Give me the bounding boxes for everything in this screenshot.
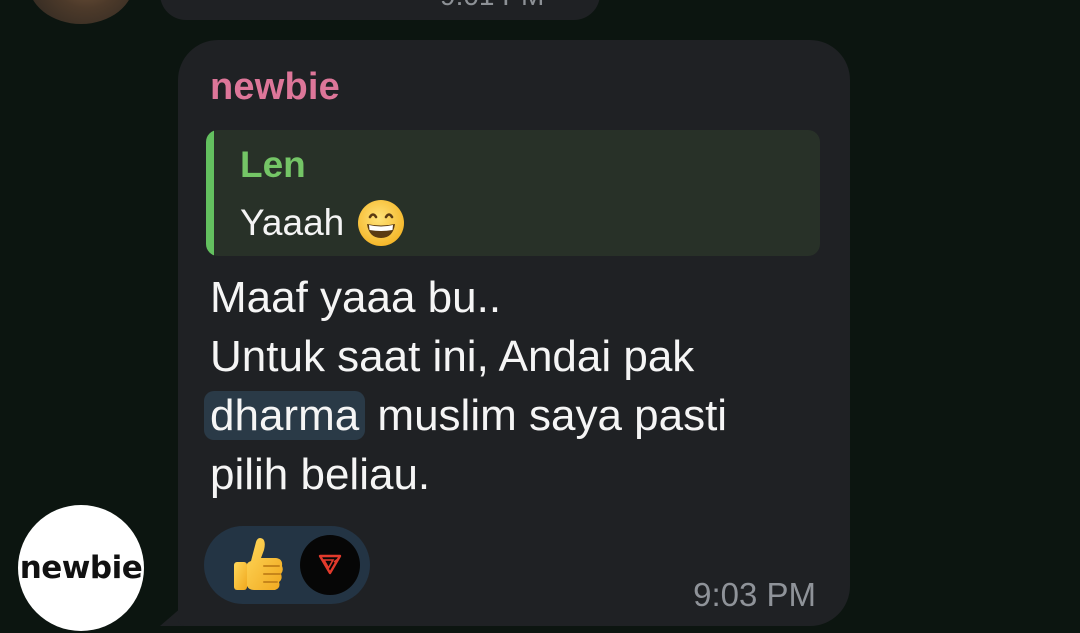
- quote-text-row: Yaaah: [240, 198, 406, 248]
- message-line-2: Untuk saat ini, Andai pak: [210, 332, 695, 381]
- message-line-4: pilih beliau.: [210, 450, 431, 499]
- thumbs-up-emoji-icon: [234, 538, 283, 590]
- message-line-1: Maaf yaaa bu..: [210, 273, 502, 322]
- sender-avatar[interactable]: newbie: [18, 505, 144, 631]
- previous-message-time: 9:01 PM: [440, 0, 544, 12]
- previous-sender-avatar[interactable]: [28, 0, 134, 24]
- grinning-face-emoji-icon: [358, 200, 405, 246]
- reactor-avatar-icon: [300, 535, 360, 595]
- highlighted-word[interactable]: dharma: [204, 391, 366, 440]
- reaction-pill[interactable]: [204, 526, 370, 604]
- message-line-3-rest: muslim saya pasti: [377, 391, 728, 440]
- message-line-3: dharma muslim saya pasti: [204, 386, 830, 445]
- message-bubble[interactable]: newbie Len Yaaah Maaf yaaa bu.. Untuk sa…: [178, 40, 850, 626]
- reply-quote[interactable]: Len Yaaah: [206, 130, 820, 256]
- quote-text: Yaaah: [240, 202, 345, 243]
- message-text: Maaf yaaa bu.. Untuk saat ini, Andai pak…: [204, 268, 830, 504]
- message-time: 9:03 PM: [693, 576, 816, 613]
- avatar-logo-text: newbie: [19, 550, 143, 586]
- quote-author: Len: [240, 144, 306, 185]
- quote-accent-bar: [206, 130, 214, 256]
- sender-name[interactable]: newbie: [210, 66, 340, 109]
